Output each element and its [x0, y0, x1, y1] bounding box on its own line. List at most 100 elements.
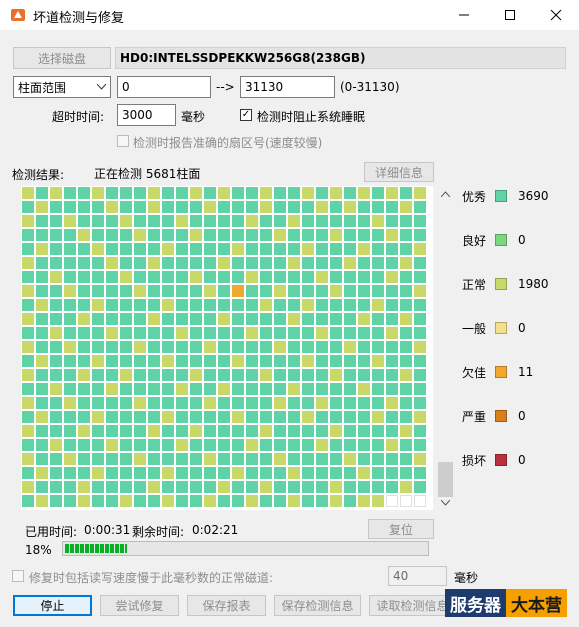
block-cell: [134, 453, 146, 465]
block-cell: [148, 369, 160, 381]
block-cell: [218, 495, 230, 507]
block-cell: [358, 201, 370, 213]
select-disk-button[interactable]: 选择磁盘: [13, 47, 111, 69]
block-cell: [246, 453, 258, 465]
block-cell: [260, 383, 272, 395]
block-cell: [78, 369, 90, 381]
block-cell: [190, 257, 202, 269]
block-cell: [36, 187, 48, 199]
block-cell: [330, 453, 342, 465]
block-cell: [358, 285, 370, 297]
block-cell: [302, 327, 314, 339]
maximize-icon: [505, 10, 515, 20]
block-cell: [400, 215, 412, 227]
block-cell: [246, 383, 258, 395]
details-button[interactable]: 详细信息: [364, 162, 434, 182]
save-info-button[interactable]: 保存检测信息: [274, 595, 361, 616]
block-cell: [106, 201, 118, 213]
block-cell: [330, 425, 342, 437]
block-cell: [204, 439, 216, 451]
reset-button[interactable]: 复位: [368, 519, 434, 539]
stop-button[interactable]: 停止: [13, 595, 92, 616]
block-cell: [64, 495, 76, 507]
repair-slow-checkbox[interactable]: [12, 570, 24, 582]
block-cell: [64, 341, 76, 353]
block-cell: [232, 481, 244, 493]
block-cell: [50, 201, 62, 213]
block-cell: [176, 481, 188, 493]
legend-row: 良好 0: [462, 230, 572, 250]
block-cell: [358, 243, 370, 255]
block-cell: [218, 467, 230, 479]
block-cell: [78, 299, 90, 311]
scroll-down-icon[interactable]: [441, 500, 450, 506]
block-cell: [190, 243, 202, 255]
block-cell: [190, 229, 202, 241]
repair-slow-input[interactable]: 40: [388, 566, 447, 586]
block-cell: [232, 453, 244, 465]
block-cell: [148, 299, 160, 311]
range-start-input[interactable]: 0: [117, 76, 211, 98]
block-cell: [372, 271, 384, 283]
block-cell: [50, 495, 62, 507]
block-cell: [120, 355, 132, 367]
block-cell: [50, 187, 62, 199]
block-cell: [414, 327, 426, 339]
scroll-thumb[interactable]: [438, 462, 453, 497]
save-report-button[interactable]: 保存报表: [187, 595, 266, 616]
block-cell: [302, 383, 314, 395]
block-cell: [148, 467, 160, 479]
block-cell: [246, 495, 258, 507]
block-cell: [316, 285, 328, 297]
block-cell: [386, 215, 398, 227]
block-cell: [386, 271, 398, 283]
block-cell: [120, 411, 132, 423]
legend-row: 优秀 3690: [462, 186, 572, 206]
grid-scrollbar[interactable]: [437, 186, 454, 510]
legend-row: 一般 0: [462, 318, 572, 338]
block-cell: [190, 425, 202, 437]
minimize-button[interactable]: [441, 0, 487, 30]
block-cell: [148, 313, 160, 325]
scroll-up-icon[interactable]: [441, 191, 450, 197]
block-cell: [400, 243, 412, 255]
range-end-input[interactable]: 31130: [240, 76, 335, 98]
block-cell: [176, 467, 188, 479]
block-cell: [274, 229, 286, 241]
load-info-button[interactable]: 读取检测信息: [369, 595, 456, 616]
block-cell: [302, 439, 314, 451]
block-cell: [190, 187, 202, 199]
block-cell: [204, 187, 216, 199]
block-cell: [246, 243, 258, 255]
block-cell: [190, 397, 202, 409]
block-cell: [330, 481, 342, 493]
block-cell: [204, 397, 216, 409]
block-cell: [372, 299, 384, 311]
report-sector-checkbox[interactable]: [117, 135, 129, 147]
close-button[interactable]: [533, 0, 579, 30]
close-icon: [550, 9, 562, 21]
block-cell: [358, 481, 370, 493]
block-cell: [204, 355, 216, 367]
block-cell: [344, 355, 356, 367]
block-cell: [344, 383, 356, 395]
range-mode-select[interactable]: 柱面范围: [13, 76, 111, 98]
block-cell: [64, 397, 76, 409]
watermark-part1: 服务器: [445, 589, 506, 617]
block-cell: [162, 495, 174, 507]
block-cell: [232, 355, 244, 367]
block-cell: [274, 243, 286, 255]
try-repair-button[interactable]: 尝试修复: [100, 595, 179, 616]
prevent-sleep-checkbox[interactable]: ✓: [240, 109, 252, 121]
block-cell: [36, 313, 48, 325]
block-cell: [120, 271, 132, 283]
timeout-input[interactable]: 3000: [117, 104, 176, 126]
block-cell: [316, 425, 328, 437]
block-cell: [22, 271, 34, 283]
block-cell: [64, 243, 76, 255]
block-cell: [414, 271, 426, 283]
legend-row: 欠佳 11: [462, 362, 572, 382]
block-cell: [50, 453, 62, 465]
block-cell: [22, 425, 34, 437]
maximize-button[interactable]: [487, 0, 533, 30]
